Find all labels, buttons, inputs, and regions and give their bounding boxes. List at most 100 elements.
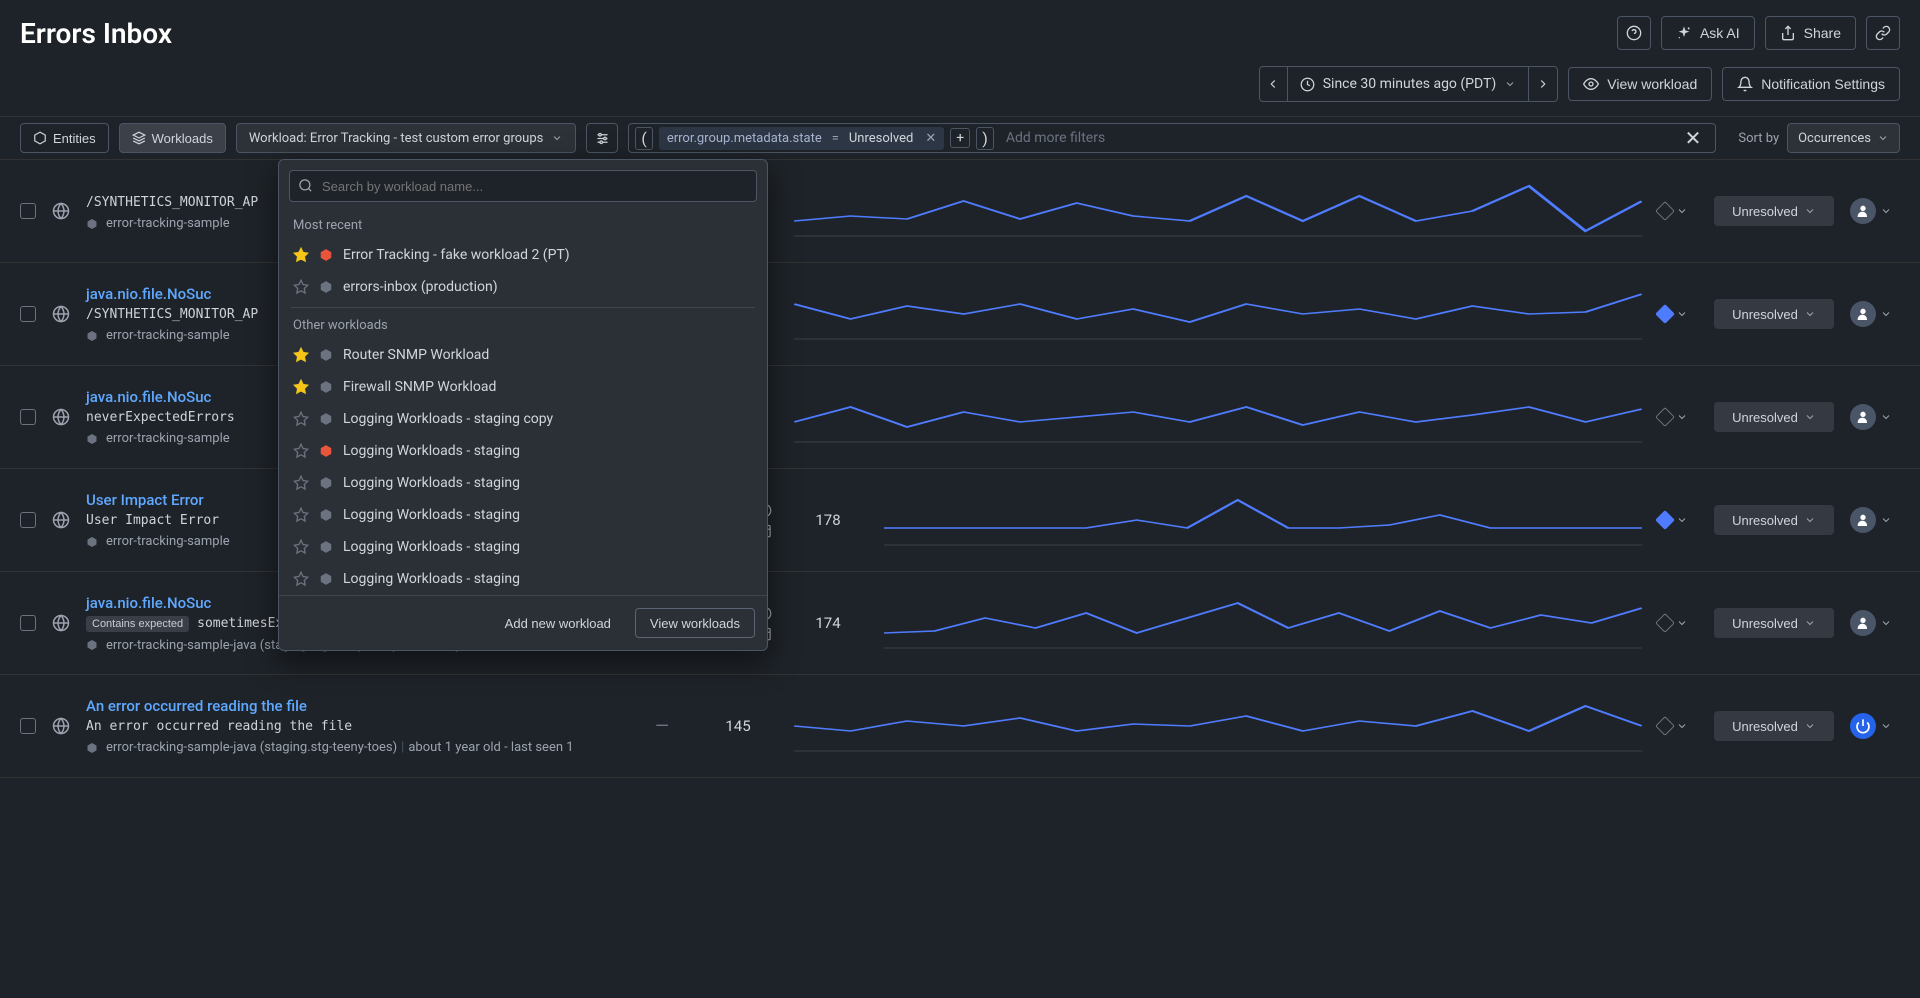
link-icon xyxy=(1875,25,1891,41)
workload-item-label: Logging Workloads - staging xyxy=(343,507,520,523)
workload-search-input[interactable] xyxy=(289,170,757,202)
star-icon[interactable] xyxy=(293,379,309,395)
filter-expression[interactable]: ( error.group.metadata.state = Unresolve… xyxy=(628,123,1716,153)
row-checkbox[interactable] xyxy=(20,718,36,734)
occurrence-count: 174 xyxy=(788,614,868,632)
workload-dropdown-item[interactable]: Error Tracking - fake workload 2 (PT) xyxy=(279,239,767,271)
status-select[interactable]: Unresolved xyxy=(1714,608,1834,638)
workload-dropdown-item[interactable]: Logging Workloads - staging copy xyxy=(279,403,767,435)
status-select[interactable]: Unresolved xyxy=(1714,299,1834,329)
add-filter-button[interactable]: + xyxy=(950,128,970,148)
workload-dropdown-item[interactable]: Logging Workloads - staging xyxy=(279,467,767,499)
hexagon-icon xyxy=(319,572,333,586)
ask-ai-button[interactable]: Ask AI xyxy=(1661,16,1755,50)
notification-settings-button[interactable]: Notification Settings xyxy=(1722,67,1900,101)
chevron-down-icon xyxy=(1676,514,1688,526)
sparkline xyxy=(884,588,1642,658)
workload-dropdown-item[interactable]: errors-inbox (production) xyxy=(279,271,767,303)
avatar xyxy=(1850,404,1876,430)
row-checkbox[interactable] xyxy=(20,512,36,528)
error-source: error-tracking-sample-java (staging.stg-… xyxy=(86,740,626,755)
workloads-toggle[interactable]: Workloads xyxy=(119,123,226,153)
hexagon-icon xyxy=(86,536,98,548)
workload-selector[interactable]: Workload: Error Tracking - test custom e… xyxy=(236,123,577,153)
workload-dropdown-item[interactable]: Logging Workloads - staging xyxy=(279,563,767,595)
clear-filters-button[interactable]: ✕ xyxy=(1677,126,1710,150)
hexagon-icon xyxy=(86,433,98,445)
row-tag-selector[interactable] xyxy=(1658,410,1698,424)
star-icon[interactable] xyxy=(293,247,309,263)
time-next-button[interactable] xyxy=(1529,67,1557,101)
assignee-selector[interactable] xyxy=(1850,198,1900,224)
star-icon[interactable] xyxy=(293,539,309,555)
filter-chip[interactable]: error.group.metadata.state = Unresolved … xyxy=(659,127,944,150)
chevron-down-icon xyxy=(1880,617,1892,629)
entities-toggle[interactable]: Entities xyxy=(20,123,109,153)
help-circle-icon xyxy=(1626,25,1642,41)
help-button[interactable] xyxy=(1617,16,1651,50)
notification-settings-label: Notification Settings xyxy=(1761,76,1885,92)
error-subtitle: An error occurred reading the file xyxy=(86,719,626,734)
sparkline xyxy=(794,279,1642,349)
error-title[interactable]: An error occurred reading the file xyxy=(86,697,626,715)
row-tag-selector[interactable] xyxy=(1658,719,1698,733)
sparkline xyxy=(794,691,1642,761)
eye-icon xyxy=(1583,76,1599,92)
filter-settings-button[interactable] xyxy=(586,123,618,153)
workload-selector-label: Workload: Error Tracking - test custom e… xyxy=(249,131,544,146)
time-range-selector[interactable]: Since 30 minutes ago (PDT) xyxy=(1288,67,1530,101)
star-icon[interactable] xyxy=(293,443,309,459)
user-icon xyxy=(1855,306,1871,322)
sort-select[interactable]: Occurrences xyxy=(1787,123,1900,153)
star-icon[interactable] xyxy=(293,411,309,427)
status-select[interactable]: Unresolved xyxy=(1714,505,1834,535)
status-select[interactable]: Unresolved xyxy=(1714,711,1834,741)
user-icon xyxy=(1855,409,1871,425)
chevron-right-icon xyxy=(1536,77,1550,91)
assignee-selector[interactable] xyxy=(1850,713,1900,739)
globe-icon xyxy=(52,202,70,220)
chevron-down-icon xyxy=(1676,720,1688,732)
row-checkbox[interactable] xyxy=(20,409,36,425)
row-tag-selector[interactable] xyxy=(1658,616,1698,630)
workload-dropdown-item[interactable]: Logging Workloads - staging xyxy=(279,499,767,531)
star-icon[interactable] xyxy=(293,571,309,587)
view-workloads-button[interactable]: View workloads xyxy=(635,608,755,638)
share-button[interactable]: Share xyxy=(1765,16,1856,50)
assignee-selector[interactable] xyxy=(1850,507,1900,533)
hexagon-icon xyxy=(319,540,333,554)
row-checkbox[interactable] xyxy=(20,306,36,322)
row-tag-selector[interactable] xyxy=(1658,307,1698,321)
star-icon[interactable] xyxy=(293,347,309,363)
view-workload-label: View workload xyxy=(1607,76,1697,92)
assignee-selector[interactable] xyxy=(1850,404,1900,430)
star-icon[interactable] xyxy=(293,507,309,523)
time-range-nav: Since 30 minutes ago (PDT) xyxy=(1259,66,1559,102)
add-new-workload-button[interactable]: Add new workload xyxy=(491,608,625,638)
status-select[interactable]: Unresolved xyxy=(1714,402,1834,432)
permalink-button[interactable] xyxy=(1866,16,1900,50)
view-workload-button[interactable]: View workload xyxy=(1568,67,1712,101)
workload-dropdown-item[interactable]: Logging Workloads - staging xyxy=(279,435,767,467)
workload-dropdown-item[interactable]: Router SNMP Workload xyxy=(279,339,767,371)
star-icon[interactable] xyxy=(293,475,309,491)
assignee-selector[interactable] xyxy=(1850,301,1900,327)
workload-dropdown-item[interactable]: Firewall SNMP Workload xyxy=(279,371,767,403)
sparkline xyxy=(884,485,1642,555)
filter-chip-remove[interactable]: ✕ xyxy=(925,131,936,146)
assignee-selector[interactable] xyxy=(1850,610,1900,636)
hexagon-icon xyxy=(319,380,333,394)
row-checkbox[interactable] xyxy=(20,615,36,631)
star-icon[interactable] xyxy=(293,279,309,295)
row-tag-selector[interactable] xyxy=(1658,513,1698,527)
workload-dropdown-item[interactable]: Logging Workloads - staging xyxy=(279,531,767,563)
row-tag-selector[interactable] xyxy=(1658,204,1698,218)
hexagon-icon xyxy=(86,218,98,230)
time-prev-button[interactable] xyxy=(1260,67,1288,101)
chevron-down-icon xyxy=(1880,205,1892,217)
time-range-label: Since 30 minutes ago (PDT) xyxy=(1323,76,1497,92)
chevron-down-icon xyxy=(1804,205,1816,217)
row-checkbox[interactable] xyxy=(20,203,36,219)
status-select[interactable]: Unresolved xyxy=(1714,196,1834,226)
status-label: Unresolved xyxy=(1732,204,1798,219)
